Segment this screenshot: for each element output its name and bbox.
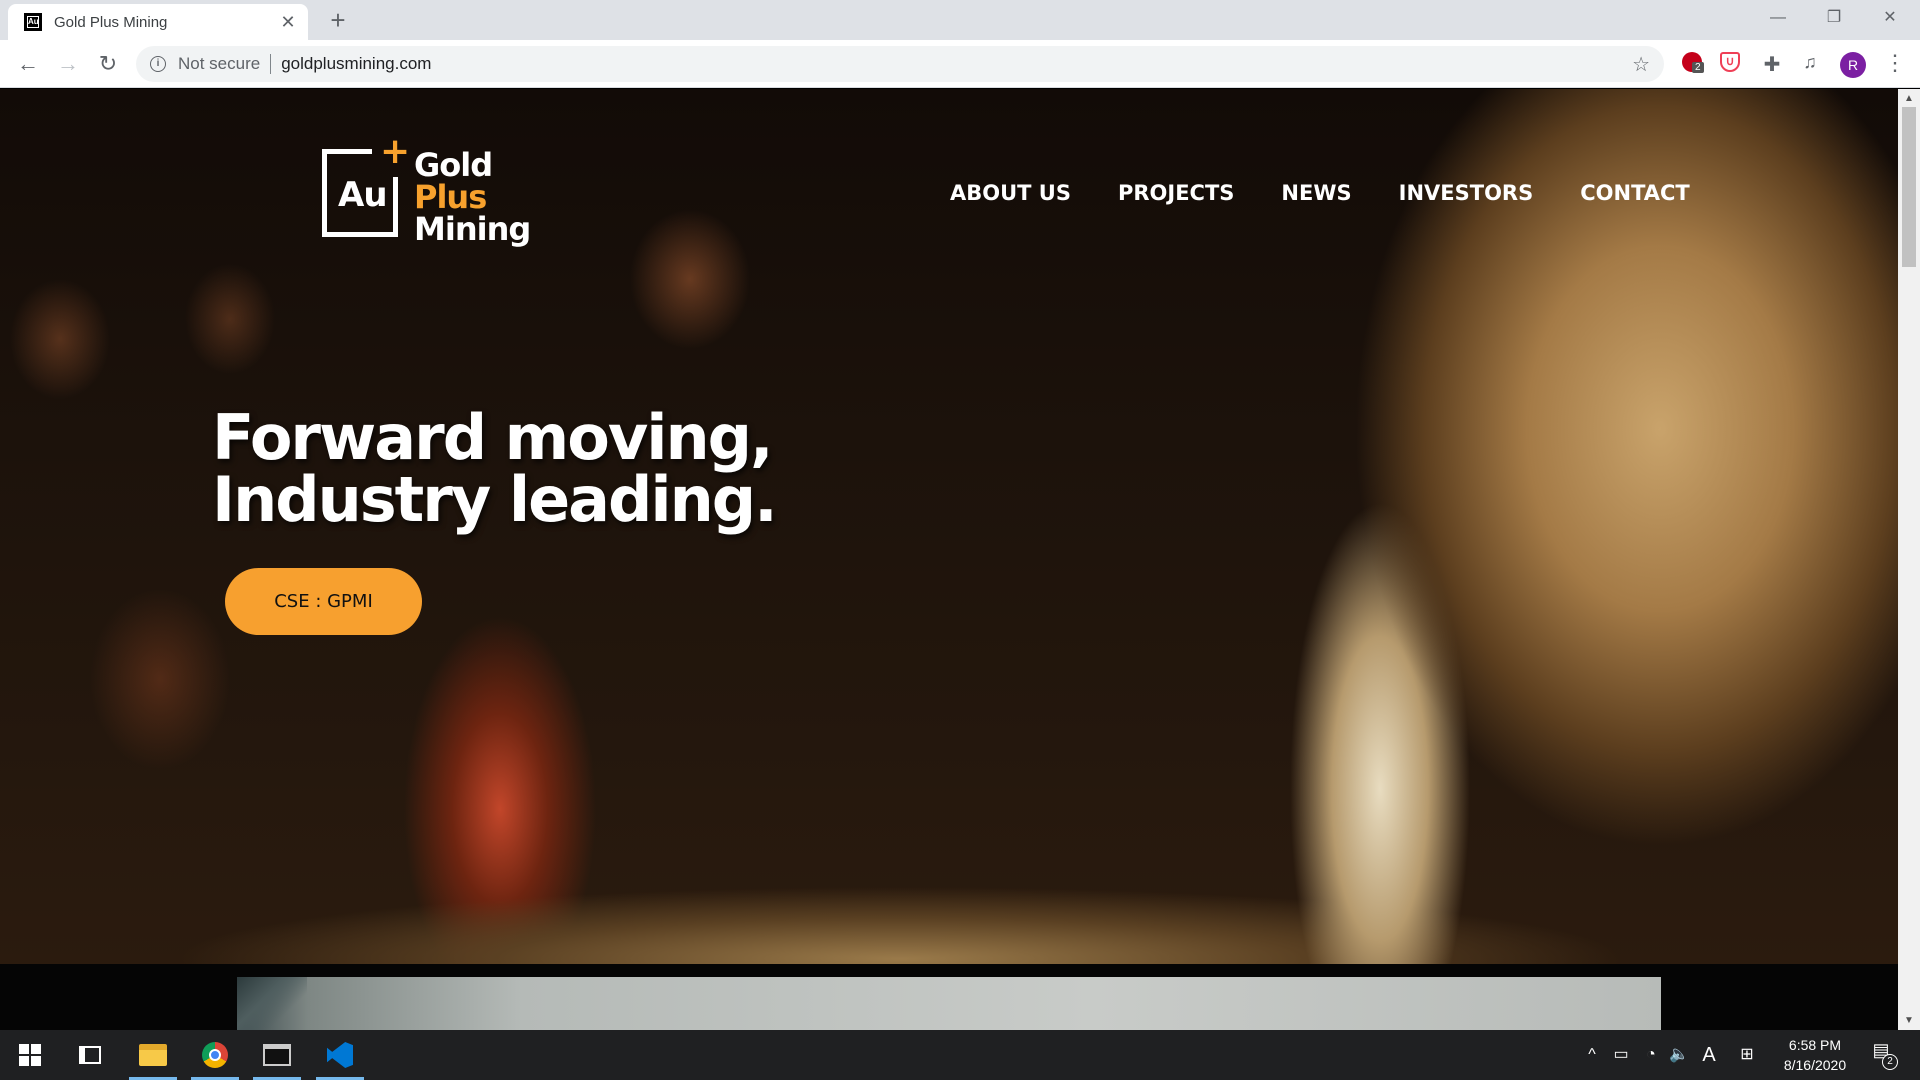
ime-indicator[interactable]: A (1696, 1030, 1722, 1080)
site-logo[interactable]: Au + Gold Plus Mining (322, 131, 532, 248)
terminal-button[interactable] (249, 1030, 305, 1080)
browser-tab[interactable]: Au Gold Plus Mining ✕ (8, 4, 308, 40)
close-window-button[interactable]: ✕ (1862, 0, 1918, 40)
volume-icon[interactable]: 🔈 (1666, 1030, 1692, 1080)
logo-plus-icon: + (380, 131, 411, 172)
reload-icon[interactable]: ↻ (94, 50, 122, 78)
windows-taskbar: ^ ▭ ◔ 🔈 A ⊞ 6:58 PM 8/16/2020 ▤ 2 (0, 1030, 1920, 1080)
next-section-image (237, 977, 1661, 1030)
logo-word-gold: Gold (414, 146, 493, 184)
keyboard-icon[interactable]: ⊞ (1734, 1030, 1760, 1080)
battery-icon[interactable]: ▭ (1608, 1030, 1634, 1080)
wifi-icon[interactable]: ◔ (1638, 1030, 1664, 1080)
hero-headline: Forward moving, Industry leading. (212, 401, 778, 536)
bookmark-star-icon[interactable]: ☆ (1632, 52, 1650, 77)
ublock-extension-icon[interactable]: 2 (1682, 52, 1706, 76)
tray-chevron-icon[interactable]: ^ (1580, 1030, 1604, 1080)
address-bar[interactable]: i Not secure goldplusmining.com ☆ (136, 46, 1664, 82)
omnibox-divider (270, 54, 272, 74)
system-clock[interactable]: 6:58 PM 8/16/2020 (1770, 1035, 1860, 1075)
page-viewport: Au + Gold Plus Mining ABOUT US PROJECTS … (0, 89, 1898, 1030)
page-scrollbar[interactable]: ▲ ▼ (1898, 89, 1920, 1030)
nav-news[interactable]: NEWS (1281, 181, 1351, 205)
scroll-up-icon[interactable]: ▲ (1898, 93, 1920, 104)
notification-center-icon[interactable]: ▤ 2 (1866, 1040, 1898, 1070)
logo-word-plus: Plus (414, 178, 487, 216)
security-label: Not secure (178, 54, 261, 73)
chrome-button[interactable] (187, 1030, 243, 1080)
profile-avatar[interactable]: R (1840, 52, 1866, 78)
pocket-extension-icon[interactable]: ∪ (1720, 52, 1744, 76)
nav-investors[interactable]: INVESTORS (1399, 181, 1534, 205)
windows-logo-icon (19, 1044, 41, 1066)
chrome-icon (202, 1042, 228, 1068)
ublock-badge: 2 (1692, 62, 1704, 73)
logo-word-mining: Mining (414, 210, 531, 248)
scroll-down-icon[interactable]: ▼ (1898, 1015, 1920, 1026)
forward-arrow-icon[interactable]: → (54, 50, 82, 78)
stock-ticker-button[interactable]: CSE : GPMI (225, 568, 422, 635)
back-arrow-icon[interactable]: ← (14, 50, 42, 78)
tab-close-icon[interactable]: ✕ (278, 12, 298, 33)
clock-date: 8/16/2020 (1783, 1057, 1847, 1073)
hero-section: Au + Gold Plus Mining ABOUT US PROJECTS … (0, 89, 1898, 964)
logo-symbol: Au (338, 175, 388, 215)
scrollbar-thumb[interactable] (1902, 107, 1916, 267)
site-info-icon[interactable]: i (150, 56, 166, 72)
url-text[interactable]: goldplusmining.com (281, 54, 431, 74)
vscode-icon (327, 1042, 353, 1068)
nav-contact[interactable]: CONTACT (1580, 181, 1690, 205)
site-favicon-icon: Au (24, 13, 42, 31)
file-explorer-button[interactable] (125, 1030, 181, 1080)
start-button[interactable] (2, 1030, 58, 1080)
task-view-icon (79, 1046, 101, 1064)
vscode-button[interactable] (312, 1030, 368, 1080)
task-view-button[interactable] (62, 1030, 118, 1080)
clock-time: 6:58 PM (1788, 1037, 1842, 1053)
headline-line-1: Forward moving, (212, 401, 774, 474)
new-tab-button[interactable]: + (324, 6, 352, 34)
terminal-icon (263, 1044, 291, 1066)
headline-line-2: Industry leading. (212, 463, 778, 536)
nav-projects[interactable]: PROJECTS (1118, 181, 1234, 205)
extensions-puzzle-icon[interactable]: ✚ (1760, 52, 1784, 76)
notification-count: 2 (1882, 1054, 1898, 1070)
folder-icon (139, 1044, 167, 1066)
media-control-icon[interactable]: ♫ (1798, 52, 1822, 76)
browser-toolbar: ← → ↻ i Not secure goldplusmining.com ☆ … (0, 40, 1920, 88)
minimize-button[interactable]: — (1750, 0, 1806, 40)
browser-menu-icon[interactable]: ⋮ (1884, 50, 1906, 76)
browser-tab-bar: Au Gold Plus Mining ✕ + — ❐ ✕ (0, 0, 1920, 40)
tab-title: Gold Plus Mining (54, 13, 168, 31)
nav-about-us[interactable]: ABOUT US (950, 181, 1071, 205)
restore-button[interactable]: ❐ (1806, 0, 1862, 40)
main-nav: ABOUT US PROJECTS NEWS INVESTORS CONTACT (950, 181, 1690, 205)
